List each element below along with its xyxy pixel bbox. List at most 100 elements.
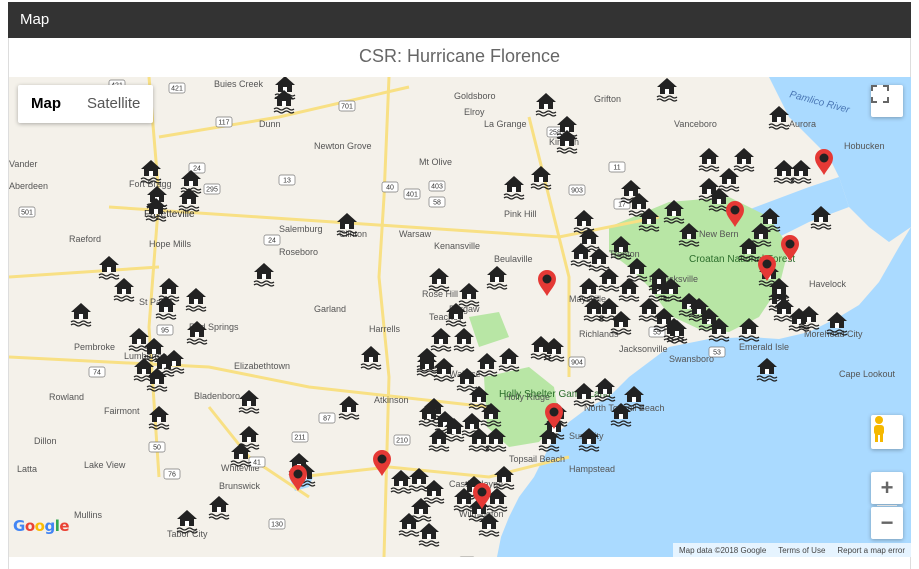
flood-house-icon[interactable] <box>428 268 450 292</box>
highway-shield: 701 <box>338 100 356 112</box>
highway-shield: 40 <box>381 181 399 193</box>
flood-house-icon[interactable] <box>598 268 620 292</box>
highway-shield: 401 <box>403 188 421 200</box>
place-label: Roseboro <box>279 247 318 257</box>
place-label: Dillon <box>34 436 57 446</box>
flood-house-icon[interactable] <box>573 210 595 234</box>
flood-house-icon[interactable] <box>433 358 455 382</box>
flood-house-icon[interactable] <box>148 406 170 430</box>
flood-house-icon[interactable] <box>698 148 720 172</box>
highway-shield: 403 <box>428 180 446 192</box>
flood-house-icon[interactable] <box>390 470 412 494</box>
flood-house-icon[interactable] <box>535 93 557 117</box>
page-title: CSR: Hurricane Florence <box>358 46 561 66</box>
map-svg[interactable]: Buies Creek Goldsboro Grifton Vanceboro Auro… <box>9 77 911 557</box>
svg-text:17: 17 <box>618 202 626 209</box>
flood-house-icon[interactable] <box>458 283 480 307</box>
flood-house-icon[interactable] <box>733 148 755 172</box>
map-pin-icon[interactable] <box>815 149 833 175</box>
flood-house-icon[interactable] <box>573 383 595 407</box>
map-pin-icon[interactable] <box>373 450 391 476</box>
place-label: Mullins <box>74 510 103 520</box>
zoom-in-button[interactable]: + <box>871 472 903 504</box>
place-label: Emerald Isle <box>739 342 789 352</box>
highway-shield: 130 <box>268 518 286 530</box>
flood-house-icon[interactable] <box>718 168 740 192</box>
svg-text:24: 24 <box>268 238 276 245</box>
svg-text:421: 421 <box>171 86 183 93</box>
map-canvas[interactable]: Buies Creek Goldsboro Grifton Vanceboro Auro… <box>9 77 911 557</box>
street-view-button[interactable] <box>871 415 903 449</box>
park-small-1 <box>469 312 509 347</box>
flood-house-icon[interactable] <box>418 523 440 547</box>
flood-house-icon[interactable] <box>238 390 260 414</box>
place-label: Hampstead <box>569 464 615 474</box>
flood-house-icon[interactable] <box>128 328 150 352</box>
place-label: Newton Grove <box>314 141 372 151</box>
panel-header: Map <box>8 2 911 38</box>
highway-shield: 11 <box>608 161 626 173</box>
svg-text:210: 210 <box>396 438 408 445</box>
flood-house-icon[interactable] <box>185 288 207 312</box>
flood-house-icon[interactable] <box>503 176 525 200</box>
flood-house-icon[interactable] <box>98 256 120 280</box>
fullscreen-button[interactable] <box>871 85 903 117</box>
flood-house-icon[interactable] <box>338 396 360 420</box>
svg-text:903: 903 <box>571 188 583 195</box>
zoom-out-button[interactable]: − <box>871 507 903 539</box>
place-label: Pink Hill <box>504 209 537 219</box>
svg-text:904: 904 <box>571 360 583 367</box>
flood-house-icon[interactable] <box>530 166 552 190</box>
flood-house-icon[interactable] <box>486 266 508 290</box>
flood-house-icon[interactable] <box>428 428 450 452</box>
map-pin-icon[interactable] <box>538 270 556 296</box>
place-label: Maysville <box>569 294 606 304</box>
place-label: Bladenboro <box>194 391 240 401</box>
flood-house-icon[interactable] <box>180 170 202 194</box>
map-type-satellite-button[interactable]: Satellite <box>74 85 153 123</box>
place-label: Topsail Beach <box>509 454 565 464</box>
svg-text:95: 95 <box>161 328 169 335</box>
place-label: Latta <box>17 464 37 474</box>
place-label: Lake View <box>84 460 126 470</box>
place-label: Swansboro <box>669 354 714 364</box>
flood-house-icon[interactable] <box>113 278 135 302</box>
place-label: Kenansville <box>434 241 480 251</box>
place-label: New Bern <box>699 229 739 239</box>
flood-house-icon[interactable] <box>423 480 445 504</box>
terms-link[interactable]: Terms of Use <box>772 546 831 555</box>
flood-house-icon[interactable] <box>588 248 610 272</box>
place-label: Hobucken <box>844 141 885 151</box>
flood-house-icon[interactable] <box>360 346 382 370</box>
highway-shield: 50 <box>148 441 166 453</box>
map-type-map-button[interactable]: Map <box>18 85 74 123</box>
place-label: Dunn <box>259 119 281 129</box>
svg-text:701: 701 <box>341 104 353 111</box>
flood-house-icon[interactable] <box>773 160 795 184</box>
highway-shield: 53 <box>708 346 726 358</box>
fullscreen-icon <box>871 85 889 103</box>
place-label: Pembroke <box>74 342 115 352</box>
svg-text:41: 41 <box>253 460 261 467</box>
flood-house-icon[interactable] <box>208 496 230 520</box>
flood-house-icon[interactable] <box>70 303 92 327</box>
google-logo: Google <box>13 517 70 535</box>
flood-house-icon[interactable] <box>453 328 475 352</box>
report-error-link[interactable]: Report a map error <box>831 546 911 555</box>
flood-house-icon[interactable] <box>430 328 452 352</box>
place-label: Raeford <box>69 234 101 244</box>
place-label: Brunswick <box>219 481 261 491</box>
flood-house-icon[interactable] <box>498 348 520 372</box>
zoom-divider <box>877 505 897 506</box>
flood-house-icon[interactable] <box>570 243 592 267</box>
flood-house-icon[interactable] <box>253 263 275 287</box>
svg-text:211: 211 <box>294 435 305 442</box>
highway-shield: 95 <box>156 324 174 336</box>
svg-text:401: 401 <box>406 192 418 199</box>
place-label: Buies Creek <box>214 79 264 89</box>
place-label: Clinton <box>339 229 367 239</box>
flood-house-icon[interactable] <box>618 278 640 302</box>
svg-text:58: 58 <box>433 200 441 207</box>
map-type-control: Map Satellite <box>18 85 154 123</box>
flood-house-icon[interactable] <box>656 78 678 102</box>
